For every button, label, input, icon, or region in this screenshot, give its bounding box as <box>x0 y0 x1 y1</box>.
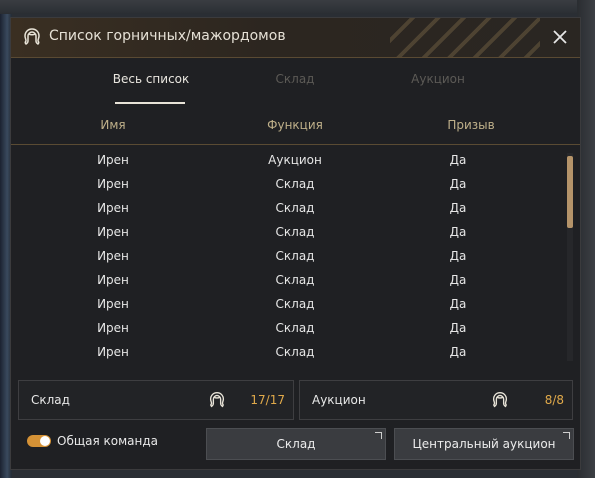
window-title: Список горничных/мажордомов <box>49 28 286 44</box>
cell-function: Склад <box>275 345 315 359</box>
cell-summon: Да <box>449 225 467 239</box>
table-row[interactable]: Ирен Склад Да <box>11 340 567 364</box>
cell-name: Ирен <box>97 273 129 287</box>
maid-icon <box>24 28 40 46</box>
active-tab-indicator <box>115 102 185 104</box>
table-row[interactable]: Ирен Склад Да <box>11 196 567 220</box>
cell-function: Склад <box>275 201 315 215</box>
maid-icon <box>209 392 225 408</box>
table-row[interactable]: Ирен Склад Да <box>11 268 567 292</box>
cell-summon: Да <box>449 201 467 215</box>
cell-name: Ирен <box>97 297 129 311</box>
table-row[interactable]: Ирен Склад Да <box>11 292 567 316</box>
cell-summon: Да <box>449 321 467 335</box>
cell-summon: Да <box>449 177 467 191</box>
cell-name: Ирен <box>97 153 129 167</box>
table-row[interactable]: Ирен Аукцион Да <box>11 148 567 172</box>
cell-function: Склад <box>275 321 315 335</box>
cell-function: Склад <box>275 225 315 239</box>
table-row[interactable]: Ирен Склад Да <box>11 220 567 244</box>
cell-function: Склад <box>275 177 315 191</box>
central-auction-button[interactable]: Центральный аукцион <box>394 428 574 460</box>
cell-name: Ирен <box>97 345 129 359</box>
auction-count: 8/8 <box>544 393 564 407</box>
column-header-summon: Призыв <box>447 118 495 132</box>
tab-bar: Весь список Склад Аукцион <box>11 58 580 104</box>
storage-count: 17/17 <box>250 393 285 407</box>
expand-corner-icon <box>375 432 382 439</box>
auction-summary-panel: Аукцион 8/8 <box>299 380 573 420</box>
tab-all[interactable]: Весь список <box>91 72 211 86</box>
central-auction-button-label: Центральный аукцион <box>412 437 556 451</box>
table-row[interactable]: Ирен Склад Да <box>11 316 567 340</box>
cell-function: Склад <box>275 249 315 263</box>
tab-storage[interactable]: Склад <box>235 72 355 86</box>
maid-list: Ирен Аукцион Да Ирен Склад Да Ирен Склад… <box>11 148 567 370</box>
storage-button[interactable]: Склад <box>206 428 386 460</box>
storage-button-label: Склад <box>276 437 316 451</box>
storage-summary-label: Склад <box>31 393 70 407</box>
cell-name: Ирен <box>97 177 129 191</box>
common-command-toggle[interactable] <box>27 435 51 447</box>
cell-function: Склад <box>275 273 315 287</box>
cell-name: Ирен <box>97 225 129 239</box>
titlebar-decoration <box>390 18 540 57</box>
header-divider <box>11 144 580 145</box>
scrollbar-thumb[interactable] <box>567 156 573 228</box>
tab-auction[interactable]: Аукцион <box>378 72 498 86</box>
table-row[interactable]: Ирен Склад Да <box>11 172 567 196</box>
common-command-label: Общая команда <box>57 434 159 448</box>
cell-name: Ирен <box>97 321 129 335</box>
cell-name: Ирен <box>97 201 129 215</box>
maid-list-window: Список горничных/мажордомов Весь список … <box>10 17 581 470</box>
storage-summary-panel: Склад 17/17 <box>18 380 294 420</box>
background-top <box>0 0 595 14</box>
cell-name: Ирен <box>97 249 129 263</box>
maid-icon <box>492 392 508 408</box>
cell-summon: Да <box>449 345 467 359</box>
cell-function: Склад <box>275 297 315 311</box>
cell-function: Аукцион <box>268 153 322 167</box>
cell-summon: Да <box>449 273 467 287</box>
column-header-function: Функция <box>267 118 323 132</box>
auction-summary-label: Аукцион <box>312 393 366 407</box>
column-header-name: Имя <box>100 118 126 132</box>
expand-corner-icon <box>563 432 570 439</box>
cell-summon: Да <box>449 153 467 167</box>
cell-summon: Да <box>449 297 467 311</box>
table-row[interactable]: Ирен Склад Да <box>11 244 567 268</box>
close-icon[interactable] <box>550 27 570 47</box>
titlebar[interactable]: Список горничных/мажордомов <box>11 18 580 58</box>
cell-summon: Да <box>449 249 467 263</box>
